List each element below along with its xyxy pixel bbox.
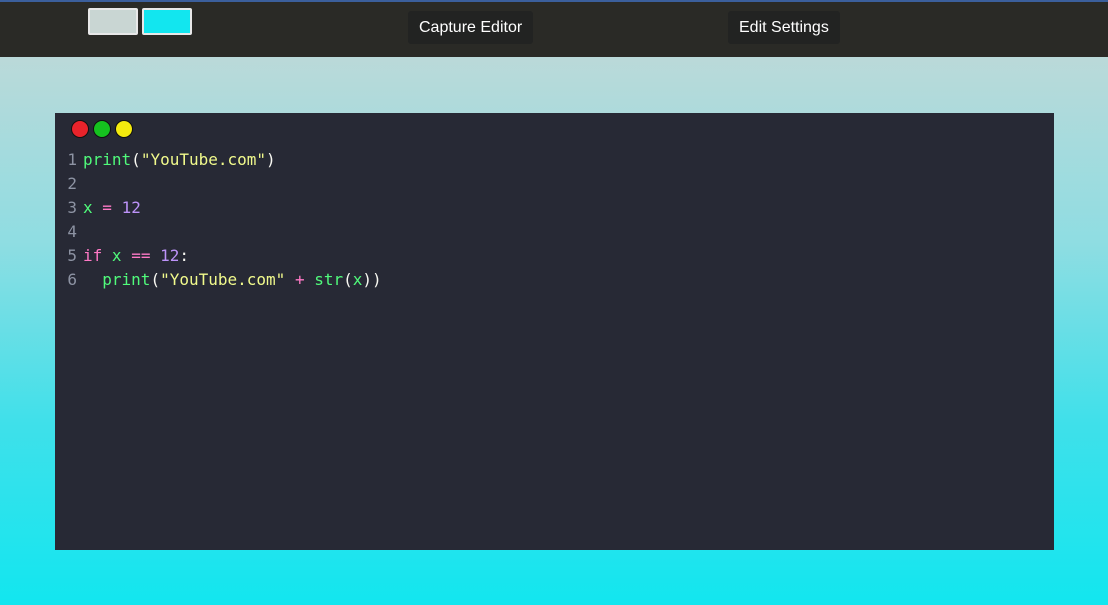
code-line[interactable]: 3x = 12 (55, 196, 382, 220)
code-token: : (179, 246, 189, 265)
code-line[interactable]: 1 print("YouTube.com") (55, 148, 382, 172)
code-token: ( (150, 270, 161, 289)
code-token: print (102, 270, 151, 289)
code-token: "YouTube.com" (160, 270, 286, 289)
line-number: 6 (67, 270, 77, 289)
code-token: 12 (121, 198, 141, 217)
code-token: if (83, 246, 103, 265)
maximize-dot[interactable] (93, 120, 111, 138)
line-number: 3 (67, 198, 77, 217)
code-token: = (102, 198, 112, 217)
code-token: str (314, 270, 344, 289)
code-token: x (352, 270, 363, 289)
code-token: ) (266, 150, 276, 169)
close-dot[interactable] (71, 120, 89, 138)
code-token: + (294, 270, 305, 289)
line-number: 4 (67, 222, 77, 241)
code-token: x (111, 246, 122, 265)
minimize-dot[interactable] (115, 120, 133, 138)
code-line[interactable]: 4 (55, 220, 382, 244)
code-token: print (83, 150, 132, 169)
line-number: 2 (67, 174, 77, 193)
capture-editor-button[interactable]: Capture Editor (408, 11, 534, 44)
code-token: ( (131, 150, 141, 169)
top-toolbar: Capture Editor Edit Settings (0, 0, 1108, 57)
line-number: 5 (67, 246, 77, 265)
code-line[interactable]: 5 if x == 12: (55, 244, 382, 268)
code-token: 12 (160, 246, 180, 265)
background-color-swatch-2[interactable] (142, 8, 192, 35)
code-token: )) (362, 270, 382, 289)
background-color-swatch-1[interactable] (88, 8, 138, 35)
code-editor-window: 1 print("YouTube.com") 2 3 x = 12 4 5 if x == 1… (55, 113, 1054, 550)
code-line[interactable]: 2 (55, 172, 382, 196)
code-token: ( (343, 270, 353, 289)
code-token: "YouTube.com" (140, 150, 267, 169)
code-token: == (131, 246, 151, 265)
line-number: 1 (67, 150, 77, 169)
code-area[interactable]: 1 print("YouTube.com") 2 3 x = 12 4 5 if x == 1… (55, 148, 382, 292)
code-token: x (83, 198, 93, 217)
code-line[interactable]: 6 print("YouTube.com" + str(x)) (55, 268, 382, 292)
edit-settings-button[interactable]: Edit Settings (728, 11, 840, 44)
